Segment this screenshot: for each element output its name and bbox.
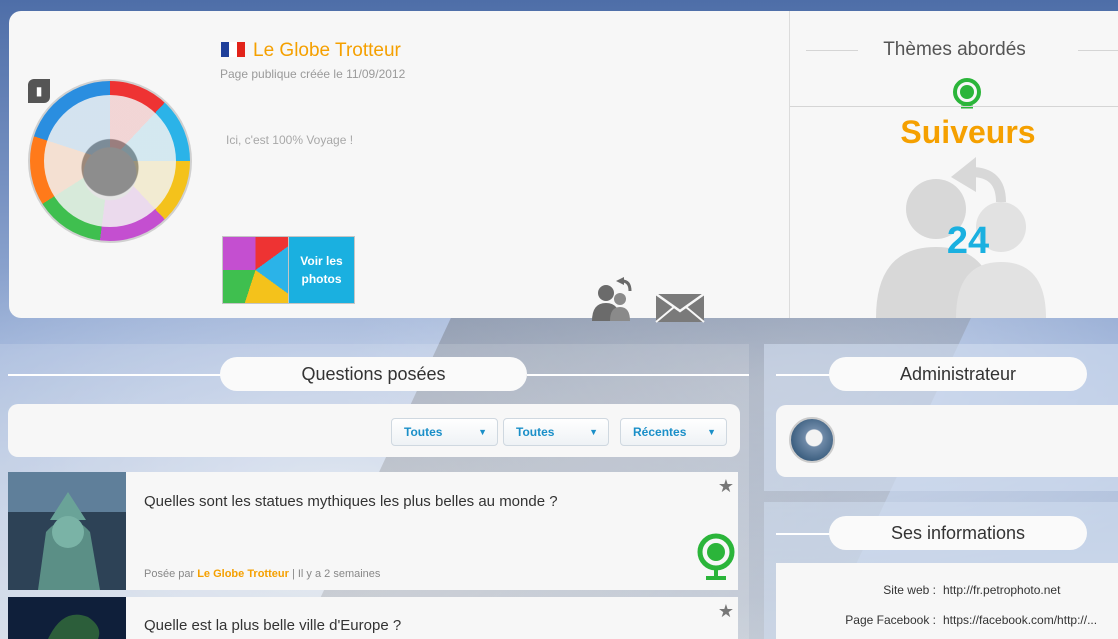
page-badge-icon: ▮	[28, 79, 50, 103]
page-name[interactable]: Le Globe Trotteur	[253, 40, 401, 62]
divider	[776, 533, 830, 535]
filters-bar: Toutes ▼ Toutes ▼ Récentes ▼	[8, 404, 740, 457]
meta-suffix: | Il y a 2 semaines	[288, 568, 381, 580]
meta-prefix: Posée par	[144, 568, 198, 580]
filter-label: Toutes	[516, 425, 555, 439]
view-photos-button[interactable]: Voir les photos	[222, 236, 355, 304]
photos-thumbnail	[223, 237, 289, 303]
chevron-down-icon: ▼	[707, 427, 716, 437]
filter-label: Toutes	[404, 425, 443, 439]
divider	[790, 106, 1118, 107]
divider	[776, 374, 830, 376]
question-card[interactable]: Quelles sont les statues mythiques les p…	[8, 472, 738, 590]
info-label: Site web :	[883, 583, 936, 597]
filter-select-sort[interactable]: Récentes ▼	[620, 418, 727, 446]
divider	[527, 374, 749, 376]
filter-select-theme[interactable]: Toutes ▼	[391, 418, 498, 446]
chevron-down-icon: ▼	[589, 427, 598, 437]
france-flag-icon	[221, 42, 245, 57]
info-box: Site web : http://fr.petrophoto.net Page…	[776, 563, 1118, 639]
admin-avatar[interactable]	[789, 417, 835, 463]
info-label: Page Facebook :	[845, 613, 936, 627]
profile-card: ▮ Le Globe Trotteur Page publique créée …	[9, 11, 789, 323]
filter-label: Récentes	[633, 425, 687, 439]
info-section-title: Ses informations	[829, 516, 1087, 550]
europe-map-thumbnail	[8, 597, 126, 639]
website-link[interactable]: http://fr.petrophoto.net	[943, 583, 1060, 597]
themes-title: Thèmes abordés	[883, 39, 1026, 60]
follow-icon[interactable]	[586, 277, 638, 321]
avatar-globe-image	[44, 95, 176, 227]
followers-count[interactable]: 24	[790, 220, 1118, 263]
chevron-down-icon: ▼	[478, 427, 487, 437]
side-card: Thèmes abordés Suiveurs 24	[789, 11, 1118, 318]
page-created-date: Page publique créée le 11/09/2012	[220, 67, 406, 81]
question-meta: Posée par Le Globe Trotteur | Il y a 2 s…	[144, 568, 380, 580]
admin-section-title: Administrateur	[829, 357, 1087, 391]
favorite-star-icon[interactable]: ★	[718, 476, 734, 497]
question-author-link[interactable]: Le Globe Trotteur	[197, 568, 289, 580]
globe-icon[interactable]	[694, 532, 738, 582]
question-card[interactable]: Quelle est la plus belle ville d'Europe …	[8, 597, 738, 639]
mail-icon[interactable]	[655, 293, 705, 323]
facebook-link[interactable]: https://facebook.com/http://...	[943, 613, 1097, 627]
divider	[8, 374, 221, 376]
admin-box	[776, 405, 1118, 477]
view-photos-label: Voir les photos	[300, 254, 343, 286]
questions-section-title: Questions posées	[220, 357, 527, 391]
page-description: Ici, c'est 100% Voyage !	[226, 133, 354, 147]
statue-of-liberty-thumbnail	[8, 472, 126, 590]
question-title[interactable]: Quelle est la plus belle ville d'Europe …	[144, 617, 401, 634]
filter-select-status[interactable]: Toutes ▼	[503, 418, 609, 446]
favorite-star-icon[interactable]: ★	[718, 601, 734, 622]
page-avatar[interactable]	[28, 79, 192, 243]
followers-title: Suiveurs	[900, 114, 1036, 150]
question-title[interactable]: Quelles sont les statues mythiques les p…	[144, 493, 558, 510]
